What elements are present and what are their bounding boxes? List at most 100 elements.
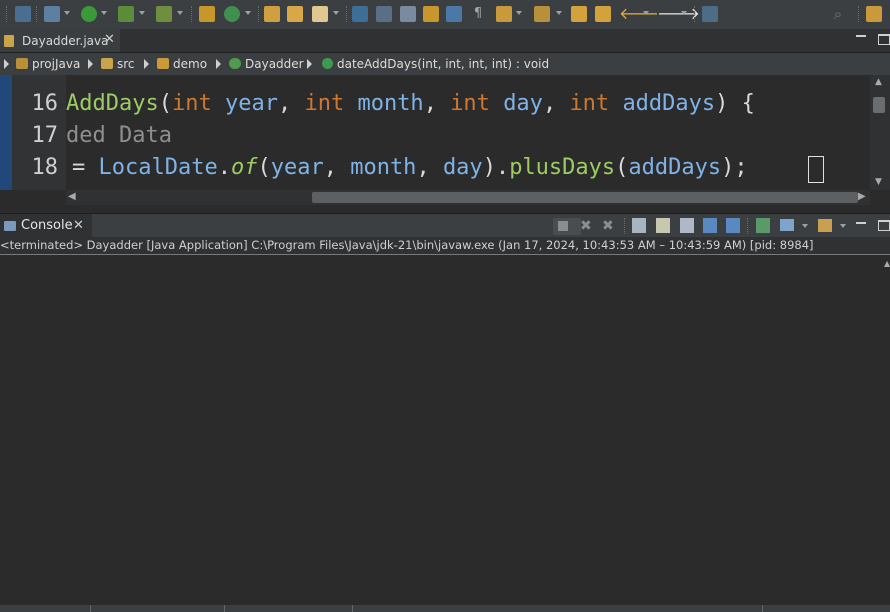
open-type-icon[interactable] (264, 6, 280, 22)
scroll-lock-icon[interactable] (656, 218, 670, 233)
console-launch-status: <terminated> Dayadder [Java Application]… (0, 237, 890, 255)
open-task-icon[interactable] (287, 6, 303, 22)
punct: ); (721, 155, 748, 180)
class-icon (229, 58, 241, 69)
remove-launch-icon[interactable]: ✖ (580, 218, 592, 234)
forward-edit-icon[interactable] (595, 6, 611, 22)
parameter: month (357, 91, 424, 116)
punct: ( (158, 91, 172, 116)
next-annotation-dropdown-icon[interactable] (516, 11, 522, 15)
external-tools-icon[interactable] (156, 6, 172, 22)
remove-all-terminated-icon[interactable]: ✖ (602, 218, 614, 234)
argument: month (350, 155, 417, 180)
minimize-icon[interactable] (856, 35, 866, 37)
code-editor[interactable]: 16 17 18 AddDays(int year, int month, in… (0, 75, 890, 205)
toggle-breadcrumb-icon[interactable] (400, 6, 416, 22)
toggle-mark-occurrences-icon[interactable] (352, 6, 368, 22)
new-java-package-icon[interactable] (199, 6, 215, 22)
previous-annotation-icon[interactable] (534, 6, 550, 22)
debug-icon[interactable] (44, 6, 60, 22)
external-tools-dropdown-icon[interactable] (177, 11, 183, 15)
punct: ( (257, 155, 271, 180)
scroll-up-icon[interactable]: ▲ (884, 259, 890, 268)
toggle-highlight-icon[interactable] (376, 6, 392, 22)
line-number-partial (12, 52, 58, 84)
scroll-right-icon[interactable]: ▶ (858, 191, 866, 202)
breadcrumb: projJava src demo Dayadder dateAddDays(i… (0, 53, 890, 75)
breadcrumb-label: src (117, 57, 135, 71)
line-number: 18 (31, 155, 59, 180)
breadcrumb-label: Dayadder (245, 57, 304, 71)
next-annotation-icon[interactable] (496, 6, 512, 22)
open-console-dropdown-icon[interactable] (840, 224, 846, 228)
terminate-icon[interactable] (558, 221, 568, 231)
breadcrumb-item-class[interactable]: Dayadder (229, 57, 304, 72)
code-line-16[interactable]: AddDays(int year, int month, int day, in… (66, 88, 755, 120)
vertical-scrollbar[interactable]: ▲ ▼ (870, 75, 890, 190)
minimize-icon[interactable] (856, 222, 866, 224)
search-dropdown-icon[interactable] (333, 11, 339, 15)
new-class-dropdown-icon[interactable] (245, 11, 251, 15)
run-dropdown-icon[interactable] (101, 11, 107, 15)
scroll-down-icon[interactable]: ▼ (875, 177, 882, 187)
run-icon[interactable] (81, 6, 97, 22)
console-tab[interactable]: Console ✕ (0, 214, 92, 238)
editor-gutter-accent (0, 75, 12, 190)
code-line-17[interactable]: ded Data (66, 120, 172, 152)
comment-text: ded Data (66, 123, 172, 148)
close-icon[interactable]: ✕ (104, 32, 115, 47)
pin-console-icon[interactable] (756, 218, 770, 233)
word-wrap-icon[interactable] (680, 218, 694, 233)
coverage-icon[interactable] (118, 6, 134, 22)
search-tool-icon[interactable] (312, 6, 328, 22)
display-console-dropdown-icon[interactable] (802, 224, 808, 228)
toolbar-separator (747, 218, 749, 234)
open-console-icon[interactable] (818, 219, 832, 232)
horizontal-scrollbar-thumb[interactable] (312, 192, 858, 203)
toggle-block-selection-icon[interactable] (423, 6, 439, 22)
maximize-icon[interactable] (878, 34, 890, 45)
maximize-icon[interactable] (878, 220, 890, 231)
back-arrow-icon[interactable]: 🡐 (619, 6, 662, 22)
code-line-18[interactable]: = LocalDate.of(year, month, day).plusDay… (72, 152, 748, 184)
console-icon (4, 221, 16, 231)
forward-arrow-icon[interactable]: 🡒 (657, 6, 700, 22)
toolbar-separator (6, 6, 8, 22)
toolbar-separator (36, 6, 38, 22)
method-name: of (230, 155, 258, 180)
scroll-left-icon[interactable]: ◀ (68, 191, 76, 202)
skip-breakpoints-icon[interactable] (15, 6, 31, 22)
vertical-scrollbar-thumb[interactable] (873, 97, 885, 113)
clear-console-icon[interactable] (632, 218, 646, 233)
breadcrumb-item-src[interactable]: src (101, 57, 135, 72)
editor-tab-dayadder[interactable]: Dayadder.java ✕ (0, 29, 120, 52)
pin-editor-icon[interactable] (702, 6, 718, 22)
status-bar (0, 605, 890, 612)
close-icon[interactable]: ✕ (73, 218, 84, 233)
horizontal-scrollbar[interactable]: ◀ ▶ (66, 190, 870, 205)
coverage-dropdown-icon[interactable] (139, 11, 145, 15)
show-whitespace-icon[interactable]: ¶ (470, 6, 486, 22)
last-edit-location-icon[interactable] (571, 6, 587, 22)
console-output-area[interactable]: ▲ (0, 255, 890, 605)
breadcrumb-separator-icon (307, 59, 312, 69)
show-stdout-icon[interactable] (703, 218, 717, 233)
previous-annotation-dropdown-icon[interactable] (556, 11, 562, 15)
open-perspective-icon[interactable] (866, 6, 882, 22)
argument: addDays (628, 155, 722, 180)
toolbar-separator (346, 6, 348, 22)
breadcrumb-item-method[interactable]: dateAddDays(int, int, int, int) : void (322, 57, 549, 72)
package-icon (157, 58, 169, 69)
debug-dropdown-icon[interactable] (64, 11, 70, 15)
toggle-word-wrap-icon[interactable] (446, 6, 462, 22)
display-selected-console-icon[interactable] (780, 219, 794, 231)
back-dropdown-icon[interactable] (643, 11, 649, 15)
scroll-up-icon[interactable]: ▲ (875, 77, 882, 87)
breadcrumb-item-package[interactable]: demo (157, 57, 207, 72)
status-divider (90, 605, 91, 612)
show-stderr-icon[interactable] (726, 218, 740, 233)
new-java-class-icon[interactable] (224, 6, 240, 22)
forward-dropdown-icon[interactable] (681, 11, 687, 15)
console-tab-bar: Console ✕ ✖ ✖ (0, 213, 890, 238)
search-icon[interactable]: ⌕ (830, 6, 846, 22)
